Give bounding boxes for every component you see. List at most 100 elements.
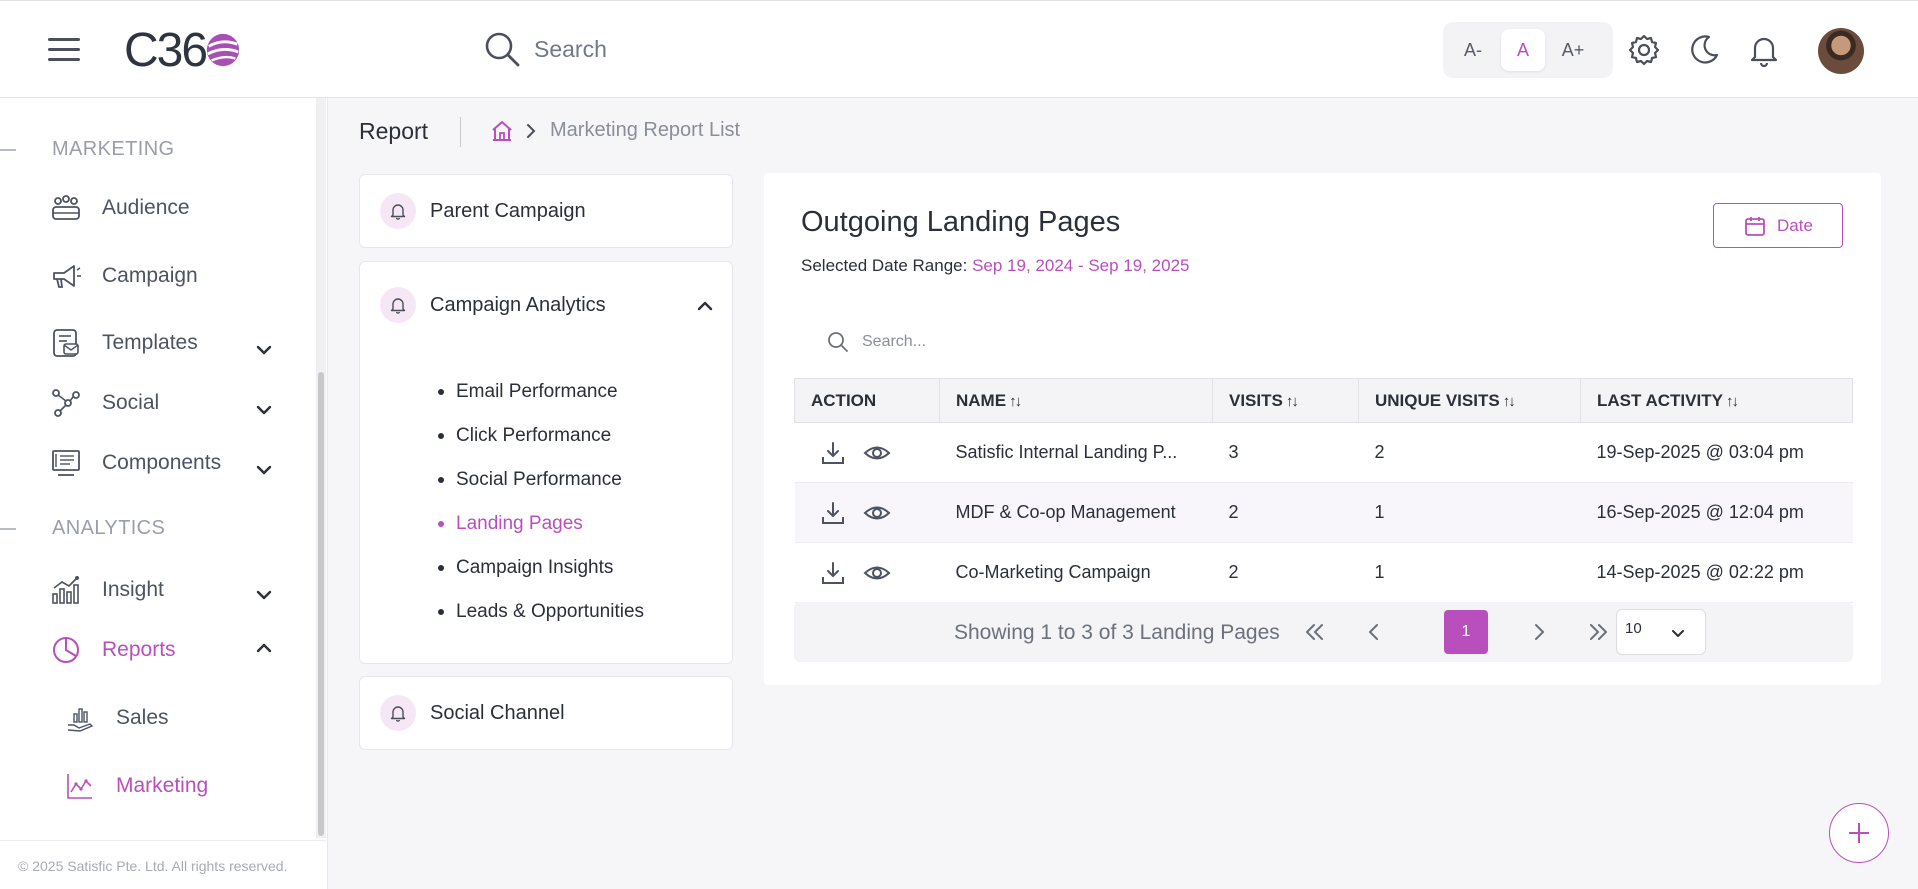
sort-icon: ↑↓ [1285,392,1299,410]
add-button[interactable] [1829,803,1889,863]
settings-icon[interactable] [1627,33,1661,67]
chevron-up-icon[interactable] [254,638,274,658]
column-header-visits[interactable]: VISITS ↑↓ [1212,378,1359,423]
download-icon[interactable] [819,499,847,527]
parent-campaign-header[interactable]: Parent Campaign [380,193,586,229]
sidebar-item-campaign[interactable]: Campaign [50,260,198,292]
eye-icon[interactable] [863,499,891,527]
chevron-down-icon[interactable] [254,400,274,420]
pagination-bar: Showing 1 to 3 of 3 Landing Pages 1 10 [794,602,1853,662]
insight-icon [52,576,79,604]
column-header-last-activity[interactable]: LAST ACTIVITY ↑↓ [1580,378,1853,423]
column-label: UNIQUE VISITS [1375,390,1500,410]
bell-icon [390,298,406,314]
last-activity-cell: 16-Sep-2025 @ 12:04 pm [1580,482,1853,543]
table-search-input[interactable] [862,333,1102,351]
date-range-value: Sep 19, 2024 - Sep 19, 2025 [972,256,1190,275]
page-size-select[interactable]: 10 [1616,609,1706,655]
sidebar-item-label: Insight [102,578,164,601]
campaign-analytics-header[interactable]: Campaign Analytics [380,287,606,323]
chevron-down-icon[interactable] [254,340,274,360]
user-avatar[interactable] [1818,28,1864,74]
sidebar-item-reports[interactable]: Reports [50,634,176,666]
download-icon[interactable] [819,439,847,467]
logo-text: C36 [124,23,208,77]
visits-cell: 3 [1212,422,1359,483]
sidebar-item-templates[interactable]: Templates [50,327,198,359]
sidebar-item-label: Audience [102,196,190,219]
sidebar-subitem-label: Sales [116,706,169,729]
name-cell: MDF & Co-op Management [939,482,1213,543]
logo[interactable]: C36 [124,23,242,77]
sidebar-subitem-sales[interactable]: Sales [66,704,169,732]
sidebar-item-social[interactable]: Social [50,387,159,419]
table-row: MDF & Co-op Management 2 1 16-Sep-2025 @… [794,482,1853,543]
sidebar-item-insight[interactable]: Insight [50,574,164,606]
report-link-click-performance[interactable]: Click Performance [438,414,644,458]
sidebar-subitem-marketing[interactable]: Marketing [66,772,208,800]
sort-icon: ↑↓ [1502,392,1516,410]
chevron-down-icon[interactable] [254,460,274,480]
last-page-icon[interactable] [1584,617,1614,647]
font-increase-button[interactable]: A+ [1551,29,1595,71]
table-search [826,324,1126,360]
social-channel-header[interactable]: Social Channel [380,695,565,731]
panel-label: Campaign Analytics [430,293,606,316]
report-link-social-performance[interactable]: Social Performance [438,458,644,502]
bell-icon[interactable] [1747,33,1781,67]
plus-icon [1849,823,1869,843]
menu-icon[interactable] [48,38,80,62]
page-size-value: 10 [1625,620,1642,637]
eye-icon[interactable] [863,439,891,467]
pie-chart-icon [53,637,79,663]
chevron-up-icon[interactable] [694,295,716,317]
column-header-name[interactable]: NAME ↑↓ [939,378,1213,423]
table-row: Satisfic Internal Landing P... 3 2 19-Se… [794,422,1853,483]
top-header: C36 Search A- A A+ [0,0,1918,98]
first-page-icon[interactable] [1299,617,1329,647]
line-chart-icon [67,774,92,799]
download-icon[interactable] [819,559,847,587]
report-link-email-performance[interactable]: Email Performance [438,370,644,414]
panel-label: Social Channel [430,701,565,724]
report-link-leads-opportunities[interactable]: Leads & Opportunities [438,590,644,634]
home-icon[interactable] [490,119,514,143]
sidebar-item-components[interactable]: Components [50,447,221,479]
table-row: Co-Marketing Campaign 2 1 14-Sep-2025 @ … [794,542,1853,603]
bell-badge [380,193,416,229]
next-page-icon[interactable] [1524,617,1554,647]
sidebar-scrollbar[interactable] [318,372,324,836]
font-default-button[interactable]: A [1501,29,1545,71]
global-search[interactable]: Search [482,29,607,69]
landing-pages-table: ACTION NAME ↑↓ VISITS ↑↓ UNIQUE VISITS ↑↓ L… [794,378,1853,603]
name-cell: Co-Marketing Campaign [939,542,1213,603]
eye-icon[interactable] [863,559,891,587]
search-icon [828,332,848,352]
sidebar-item-label: Social [102,391,160,414]
moon-icon[interactable] [1687,33,1721,67]
column-label: VISITS [1229,390,1283,410]
report-link-landing-pages[interactable]: Landing Pages [438,502,644,546]
page-title: Report [359,118,429,144]
action-cell [794,482,940,543]
prev-page-icon[interactable] [1359,617,1389,647]
sort-icon: ↑↓ [1725,392,1739,410]
date-range-text: Selected Date Range: Sep 19, 2024 - Sep … [801,256,1189,276]
last-activity-cell: 14-Sep-2025 @ 02:22 pm [1580,542,1853,603]
pagination-info: Showing 1 to 3 of 3 Landing Pages [954,621,1280,644]
visits-cell: 2 [1212,482,1359,543]
date-filter-button[interactable]: Date [1713,203,1843,248]
font-decrease-button[interactable]: A- [1451,29,1495,71]
report-title: Outgoing Landing Pages [801,206,1121,238]
unique-visits-cell: 2 [1358,422,1581,483]
page-1-button[interactable]: 1 [1444,610,1488,654]
chevron-down-icon[interactable] [254,585,274,605]
parent-campaign-panel: Parent Campaign [359,174,733,248]
date-button-label: Date [1777,215,1813,235]
footer-divider [0,840,326,841]
column-header-unique-visits[interactable]: UNIQUE VISITS ↑↓ [1358,378,1581,423]
sidebar-item-audience[interactable]: Audience [50,192,190,224]
social-icon [52,389,80,417]
bell-icon [390,706,406,722]
report-link-campaign-insights[interactable]: Campaign Insights [438,546,644,590]
